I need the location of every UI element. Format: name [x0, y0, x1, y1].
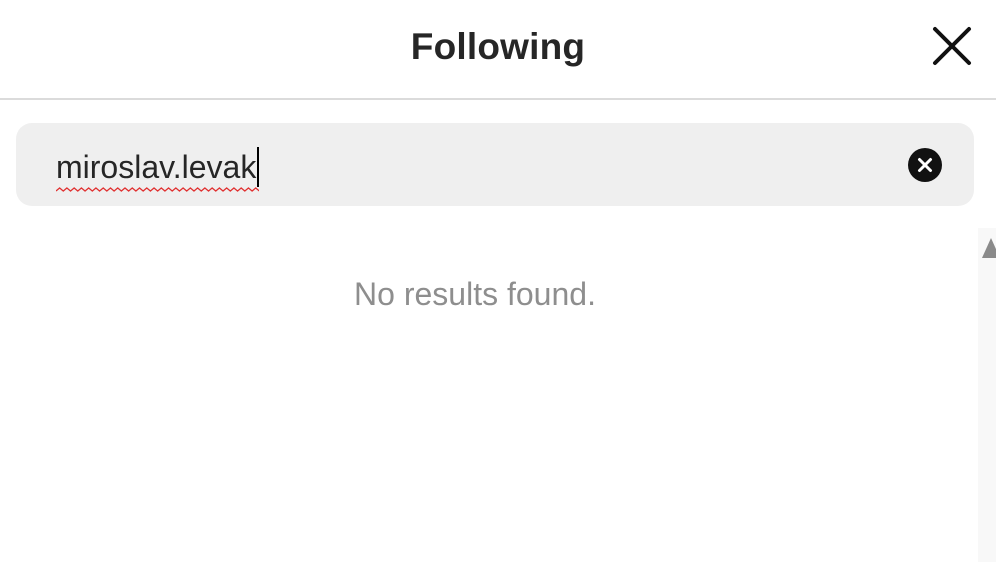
- spellcheck-underline: [56, 187, 260, 192]
- close-button[interactable]: [930, 24, 974, 68]
- dialog-title: Following: [410, 26, 586, 67]
- clear-search-button[interactable]: [908, 148, 942, 182]
- close-icon: [933, 27, 971, 65]
- following-dialog: Following miroslav.levak No results foun…: [0, 0, 996, 562]
- search-input[interactable]: miroslav.levak: [56, 147, 260, 192]
- scroll-up-arrow-icon[interactable]: [982, 238, 996, 258]
- search-input-text: miroslav.levak: [56, 149, 257, 185]
- scrollbar[interactable]: [978, 228, 996, 562]
- search-field[interactable]: miroslav.levak: [16, 123, 974, 206]
- clear-circle-icon: [908, 148, 942, 182]
- text-caret: [257, 147, 260, 187]
- empty-results-message: No results found.: [354, 276, 596, 312]
- dialog-header: Following: [0, 0, 996, 100]
